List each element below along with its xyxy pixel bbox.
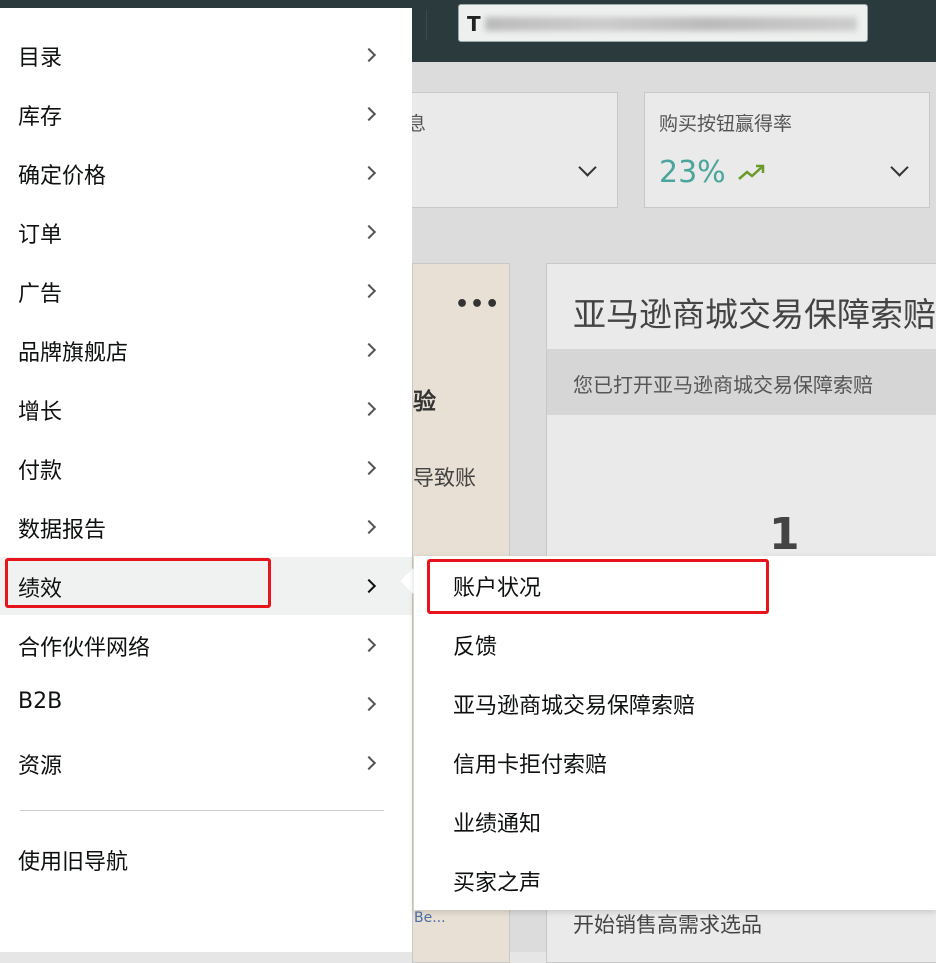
menu-item-label: 品牌旗舰店: [18, 341, 129, 366]
menu-item-orders[interactable]: 订单: [0, 203, 412, 261]
header-divider: [426, 10, 427, 40]
card-text: 验: [413, 389, 436, 415]
card-label: 购买按钮赢得率: [659, 113, 793, 135]
buybox-rate-value: 23%: [659, 155, 726, 190]
menu-item-label: 数据报告: [18, 518, 107, 543]
submenu-item-a-to-z-claims[interactable]: 亚马逊商城交易保障索赔: [414, 674, 936, 732]
chevron-right-icon: [361, 106, 377, 122]
submenu-item-label: 买家之声: [453, 871, 542, 896]
chevron-right-icon: [361, 47, 377, 63]
menu-item-label: 资源: [18, 754, 63, 779]
menu-item-label: 付款: [18, 459, 63, 484]
submenu-item-label: 亚马逊商城交易保障索赔: [453, 694, 696, 719]
dashboard-card-buybox[interactable]: 购买按钮赢得率 23%: [644, 92, 930, 208]
menu-item-b2b[interactable]: B2B: [0, 675, 412, 733]
dashboard-card-info[interactable]: 息: [400, 92, 618, 208]
menu-item-advertising[interactable]: 广告: [0, 262, 412, 320]
search-input-text: T: [467, 12, 481, 36]
truncated-link[interactable]: Be...: [414, 910, 446, 926]
chevron-right-icon: [361, 165, 377, 181]
menu-item-label: 目录: [18, 46, 63, 71]
menu-item-growth[interactable]: 增长: [0, 380, 412, 438]
redacted-text: [485, 17, 857, 31]
menu-item-label: 广告: [18, 282, 63, 307]
chevron-right-icon: [361, 578, 377, 594]
menu-item-payments[interactable]: 付款: [0, 439, 412, 497]
submenu-item-label: 账户状况: [453, 576, 542, 601]
menu-item-partner-network[interactable]: 合作伙伴网络: [0, 616, 412, 674]
menu-item-performance[interactable]: 绩效: [0, 557, 412, 615]
submenu-item-label: 反馈: [453, 635, 498, 660]
navigation-menu: 目录 库存 确定价格 订单 广告 品牌旗舰店 增长 付款 数据报告 绩效 合作伙…: [0, 8, 412, 952]
menu-item-pricing[interactable]: 确定价格: [0, 144, 412, 202]
menu-item-label: B2B: [18, 689, 63, 714]
menu-item-reports[interactable]: 数据报告: [0, 498, 412, 556]
submenu-item-label: 业绩通知: [453, 812, 542, 837]
menu-item-label: 订单: [18, 223, 63, 248]
submenu-item-account-health[interactable]: 账户状况: [414, 556, 936, 614]
submenu-item-chargeback-claims[interactable]: 信用卡拒付索赔: [414, 733, 936, 791]
chevron-right-icon: [361, 401, 377, 417]
card-title: 亚马逊商城交易保障索赔: [573, 295, 936, 334]
menu-divider: [20, 810, 384, 811]
menu-item-label: 合作伙伴网络: [18, 636, 151, 661]
search-input[interactable]: T: [458, 4, 868, 42]
card-subheader: 您已打开亚马逊商城交易保障索赔: [547, 349, 936, 415]
menu-item-catalog[interactable]: 目录: [0, 26, 412, 84]
submenu-item-voice-of-customer[interactable]: 买家之声: [414, 851, 936, 909]
use-old-navigation-link[interactable]: 使用旧导航: [18, 844, 128, 876]
menu-item-brand-store[interactable]: 品牌旗舰店: [0, 321, 412, 379]
menu-item-label: 确定价格: [18, 164, 107, 189]
menu-item-resources[interactable]: 资源: [0, 734, 412, 792]
card-footer-text: 开始销售高需求选品: [573, 913, 762, 937]
ellipsis-icon[interactable]: •••: [455, 292, 500, 317]
chevron-down-icon[interactable]: [890, 158, 909, 177]
chevron-right-icon: [361, 755, 377, 771]
chevron-right-icon: [361, 696, 377, 712]
chevron-down-icon[interactable]: [578, 158, 597, 177]
chevron-right-icon: [361, 519, 377, 535]
chevron-right-icon: [361, 283, 377, 299]
chevron-right-icon: [361, 342, 377, 358]
claim-count: 1: [769, 509, 800, 560]
performance-submenu: 账户状况 反馈 亚马逊商城交易保障索赔 信用卡拒付索赔 业绩通知 买家之声: [414, 556, 936, 910]
card-text: 导致账: [413, 466, 476, 490]
trending-up-icon: [738, 164, 765, 180]
menu-item-label: 库存: [18, 105, 63, 130]
chevron-right-icon: [361, 637, 377, 653]
menu-item-label: 增长: [18, 400, 63, 425]
submenu-item-label: 信用卡拒付索赔: [453, 753, 608, 778]
chevron-right-icon: [361, 460, 377, 476]
submenu-item-performance-notifications[interactable]: 业绩通知: [414, 792, 936, 850]
menu-item-inventory[interactable]: 库存: [0, 85, 412, 143]
chevron-right-icon: [361, 224, 377, 240]
menu-item-label: 绩效: [18, 577, 63, 602]
submenu-item-feedback[interactable]: 反馈: [414, 615, 936, 673]
card-subtitle: 您已打开亚马逊商城交易保障索赔: [573, 373, 873, 397]
